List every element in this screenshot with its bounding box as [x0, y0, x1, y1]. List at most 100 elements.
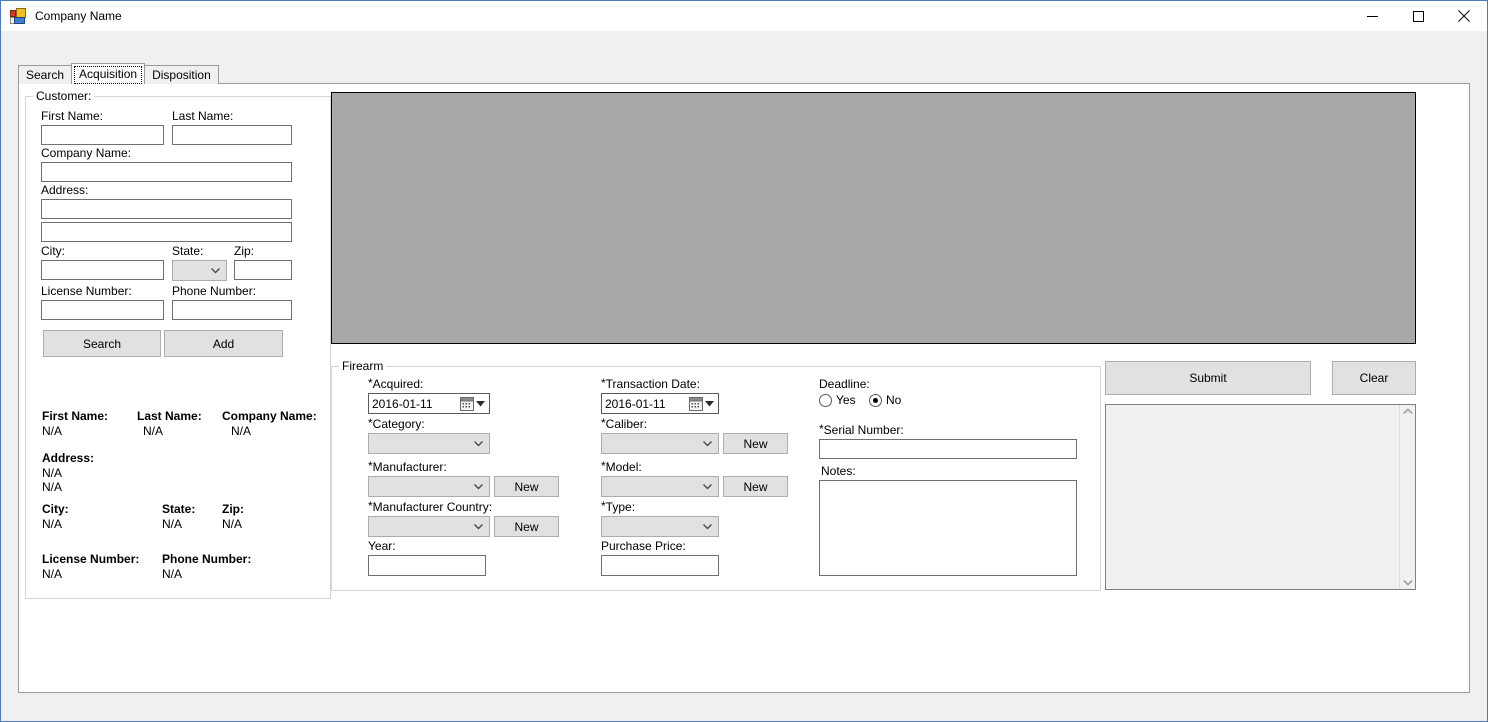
- summary-first-name-value: N/A: [42, 424, 63, 438]
- phone-number-input[interactable]: [172, 300, 292, 320]
- minimize-icon: [1366, 15, 1378, 17]
- license-number-input[interactable]: [41, 300, 164, 320]
- results-log-scrollbar[interactable]: [1399, 405, 1415, 589]
- acquisition-tab-page: Customer: First Name: Last Name: Company…: [18, 83, 1470, 693]
- purchase-price-input[interactable]: [601, 555, 719, 576]
- chevron-down-icon: [211, 267, 220, 273]
- company-name-input[interactable]: [41, 162, 292, 182]
- last-name-input[interactable]: [172, 125, 292, 145]
- manufacturer-country-label: *Manufacturer Country:: [368, 499, 493, 514]
- deadline-yes-radio[interactable]: Yes: [819, 393, 856, 407]
- manufacturer-new-button[interactable]: New: [494, 476, 559, 497]
- summary-address-label: Address:: [42, 451, 95, 465]
- chevron-down-icon[interactable]: [1402, 579, 1413, 586]
- year-label: Year:: [368, 539, 396, 553]
- city-input[interactable]: [41, 260, 164, 280]
- firearm-groupbox: Firearm *Acquired: 2016-01-11 *Category:…: [331, 359, 1101, 591]
- calendar-icon: [460, 396, 474, 411]
- acquired-label: *Acquired:: [368, 376, 424, 391]
- calendar-icon: [689, 396, 703, 411]
- first-name-label: First Name:: [41, 109, 104, 123]
- license-number-label: License Number:: [41, 284, 132, 298]
- minimize-button[interactable]: [1349, 1, 1395, 31]
- customer-search-button[interactable]: Search: [43, 330, 161, 357]
- transaction-date-value: 2016-01-11: [605, 396, 666, 411]
- serial-number-label: *Serial Number:: [819, 422, 904, 437]
- chevron-down-icon: [474, 523, 483, 529]
- transaction-date-picker[interactable]: 2016-01-11: [601, 393, 719, 414]
- maximize-button[interactable]: [1395, 1, 1441, 31]
- caliber-label: *Caliber:: [601, 416, 648, 431]
- tab-acquisition[interactable]: Acquisition: [71, 63, 146, 84]
- summary-address-line2-value: N/A: [42, 480, 63, 494]
- submit-button[interactable]: Submit: [1105, 361, 1311, 395]
- manufacturer-label: *Manufacturer:: [368, 459, 447, 474]
- chevron-down-icon: [474, 483, 483, 489]
- notes-textarea[interactable]: [819, 480, 1077, 576]
- transaction-date-label: *Transaction Date:: [601, 376, 700, 391]
- model-new-button[interactable]: New: [723, 476, 788, 497]
- firearm-image-placeholder: [331, 92, 1416, 344]
- year-input[interactable]: [368, 555, 486, 576]
- acquired-date-value: 2016-01-11: [372, 396, 433, 411]
- chevron-down-icon: [705, 400, 714, 406]
- application-window: Company Name Search Acquisition Disposit…: [0, 0, 1488, 722]
- deadline-no-radio[interactable]: No: [869, 393, 901, 407]
- app-icon: [10, 8, 26, 24]
- tab-search-label: Search: [26, 68, 65, 82]
- radio-selected-icon: [869, 393, 882, 407]
- caliber-combobox[interactable]: [601, 433, 719, 454]
- chevron-down-icon: [703, 483, 712, 489]
- manufacturer-country-new-button[interactable]: New: [494, 516, 559, 537]
- summary-zip-value: N/A: [222, 517, 243, 531]
- summary-city-label: City:: [42, 502, 69, 516]
- caliber-new-button[interactable]: New: [723, 433, 788, 454]
- state-label: State:: [172, 244, 204, 258]
- chevron-up-icon[interactable]: [1402, 408, 1413, 415]
- window-controls: [1349, 1, 1487, 31]
- summary-license-number-label: License Number:: [42, 552, 140, 566]
- category-combobox[interactable]: [368, 433, 490, 454]
- customer-add-button[interactable]: Add: [164, 330, 283, 357]
- summary-company-name-label: Company Name:: [222, 409, 317, 423]
- company-name-label: Company Name:: [41, 146, 132, 160]
- address-line1-input[interactable]: [41, 199, 292, 219]
- address-line2-input[interactable]: [41, 222, 292, 242]
- title-bar: Company Name: [1, 1, 1487, 31]
- state-combobox[interactable]: [172, 260, 227, 281]
- results-log-content: [1106, 405, 1399, 589]
- deadline-yes-label: Yes: [836, 393, 856, 407]
- type-combobox[interactable]: [601, 516, 719, 537]
- summary-last-name-label: Last Name:: [137, 409, 202, 423]
- purchase-price-label: Purchase Price:: [601, 539, 686, 553]
- chevron-down-icon: [703, 440, 712, 446]
- serial-number-input[interactable]: [819, 439, 1077, 459]
- summary-phone-number-label: Phone Number:: [162, 552, 252, 566]
- phone-number-label: Phone Number:: [172, 284, 257, 298]
- tab-search[interactable]: Search: [18, 65, 73, 84]
- manufacturer-combobox[interactable]: [368, 476, 490, 497]
- tab-disposition[interactable]: Disposition: [144, 65, 219, 84]
- maximize-icon: [1412, 10, 1424, 22]
- address-label: Address:: [41, 183, 89, 197]
- window-title: Company Name: [35, 9, 122, 23]
- clear-button[interactable]: Clear: [1332, 361, 1416, 395]
- model-combobox[interactable]: [601, 476, 719, 497]
- close-button[interactable]: [1441, 1, 1487, 31]
- summary-first-name-label: First Name:: [42, 409, 109, 423]
- results-log-panel[interactable]: [1105, 404, 1416, 590]
- first-name-input[interactable]: [41, 125, 164, 145]
- chevron-down-icon: [703, 523, 712, 529]
- category-label: *Category:: [368, 416, 425, 431]
- summary-last-name-value: N/A: [143, 424, 164, 438]
- deadline-no-label: No: [886, 393, 902, 407]
- close-icon: [1458, 10, 1470, 22]
- acquired-date-picker[interactable]: 2016-01-11: [368, 393, 490, 414]
- manufacturer-country-combobox[interactable]: [368, 516, 490, 537]
- last-name-label: Last Name:: [172, 109, 234, 123]
- tab-disposition-label: Disposition: [152, 68, 211, 82]
- city-label: City:: [41, 244, 65, 258]
- summary-state-label: State:: [162, 502, 196, 516]
- zip-input[interactable]: [234, 260, 292, 280]
- summary-city-value: N/A: [42, 517, 63, 531]
